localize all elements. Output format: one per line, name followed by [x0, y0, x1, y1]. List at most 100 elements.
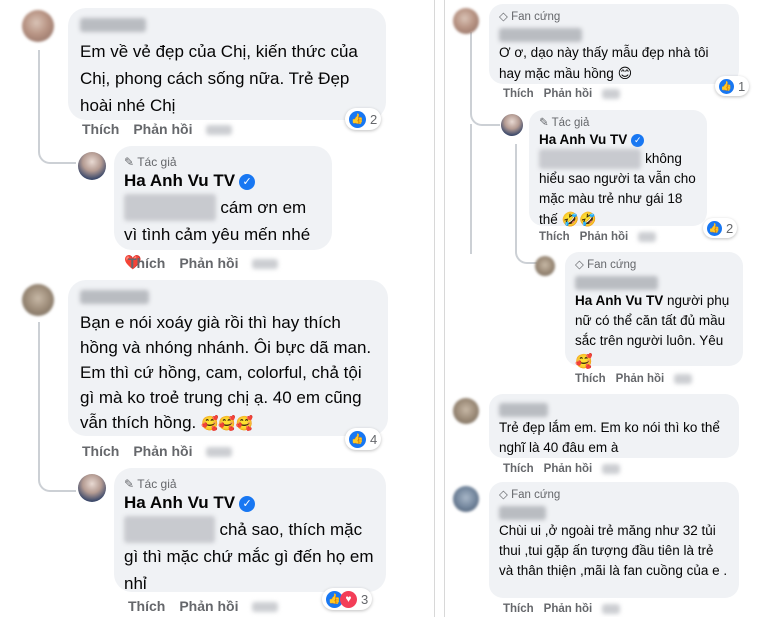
avatar[interactable]	[453, 486, 479, 512]
reaction-count: 1	[738, 78, 746, 94]
reaction-summary[interactable]: 👍 2	[345, 108, 382, 130]
reply-button[interactable]: Phản hồi	[179, 255, 238, 271]
commenter-name[interactable]: Nguyen lan	[80, 16, 374, 34]
reply-button[interactable]: Phản hồi	[580, 231, 629, 243]
timestamp[interactable]	[252, 602, 279, 613]
reaction-count: 4	[370, 431, 378, 447]
reply-button[interactable]: Phản hồi	[544, 463, 593, 475]
fan-badge: ◇ Fan cứng	[575, 259, 637, 271]
verified-icon: ✓	[631, 134, 645, 147]
pen-icon: ✎	[124, 155, 135, 169]
avatar[interactable]	[22, 284, 54, 316]
comment-bubble: Nguyen Mai Bạn e nói xoáy già rồi thì ha…	[68, 280, 388, 436]
timestamp[interactable]	[638, 231, 657, 242]
like-button[interactable]: Thích	[503, 603, 534, 615]
diamond-icon: ◇	[499, 11, 508, 23]
author-badge: ✎ Tác giả	[539, 117, 590, 129]
avatar[interactable]	[453, 8, 479, 34]
pen-icon: ✎	[124, 477, 135, 491]
avatar[interactable]	[535, 256, 555, 276]
timestamp[interactable]	[602, 603, 621, 614]
timestamp[interactable]	[252, 259, 279, 270]
love-reaction-icon: ♥	[340, 590, 357, 608]
reaction-count: 3	[361, 591, 369, 607]
reply-actions: Thích Phản hồi	[539, 231, 666, 243]
like-button[interactable]: Thích	[82, 443, 119, 459]
like-button[interactable]: Thích	[82, 121, 119, 137]
reply-button[interactable]: Phản hồi	[133, 121, 192, 137]
reaction-summary[interactable]: 👍 1	[715, 76, 750, 96]
reply-button[interactable]: Phản hồi	[544, 88, 593, 100]
author-name[interactable]: Ha Anh Vu TV ✓	[124, 492, 376, 514]
mention[interactable]: Trinh Huong Hoa	[539, 149, 642, 169]
like-button[interactable]: Thích	[128, 255, 165, 271]
like-button[interactable]: Thích	[128, 598, 165, 614]
pen-icon: ✎	[539, 117, 549, 129]
comment-thread-right: ◇ Fan cứng Trinh Huong Hoa Ơ ơ, dạo này …	[444, 0, 780, 617]
fan-badge: ◇ Fan cứng	[499, 489, 561, 501]
avatar[interactable]	[453, 398, 479, 424]
commenter-name[interactable]: Nguyen Mai	[80, 288, 376, 306]
commenter-name[interactable]: Trinh Huong Hoa	[575, 273, 733, 291]
verified-icon: ✓	[239, 174, 256, 190]
like-button[interactable]: Thích	[539, 231, 570, 243]
reaction-summary[interactable]: 👍 4	[345, 428, 382, 450]
mention[interactable]: Nguyen Lan	[124, 194, 216, 221]
comment-text: Ơ ơ, dạo này thấy mẫu đẹp nhà tôi hay mặ…	[499, 45, 709, 81]
comment-thread-left: Nguyen lan Em về vẻ đẹp của Chị, kiến th…	[0, 0, 435, 617]
timestamp[interactable]	[602, 88, 621, 99]
commenter-name[interactable]: Mai Dung	[499, 503, 729, 521]
comment-actions: Thích Phản hồi	[503, 88, 630, 100]
reply-button[interactable]: Phản hồi	[133, 443, 192, 459]
reply-button[interactable]: Phản hồi	[616, 373, 665, 385]
like-button[interactable]: Thích	[503, 88, 534, 100]
comment-actions: Thích Phản hồi	[82, 121, 246, 137]
reaction-count: 2	[726, 220, 734, 236]
mention[interactable]: Nguyen Mai	[124, 516, 215, 543]
like-button[interactable]: Thích	[575, 373, 606, 385]
author-name[interactable]: Ha Anh Vu TV ✓	[539, 131, 697, 149]
comment-bubble: ◇ Fan cứng Trinh Huong Hoa Ơ ơ, dạo này …	[489, 4, 739, 84]
thread-line	[470, 124, 472, 254]
reply-actions: Thích Phản hồi	[128, 598, 292, 614]
comment-text: Bạn e nói xoáy già rồi thì hay thích hồn…	[80, 313, 372, 432]
comment-bubble: ◇ Fan cứng Mai Dung Chùi ui ,ở ngoài trẻ…	[489, 482, 739, 598]
mention[interactable]: Ha Anh Vu TV	[575, 293, 663, 308]
smile-emoji: 😊	[617, 65, 633, 81]
avatar[interactable]	[78, 474, 106, 502]
reply-bubble: ✎ Tác giả Ha Anh Vu TV✓ Nguyen Mai chả s…	[114, 468, 386, 593]
like-reaction-icon: 👍	[349, 110, 366, 128]
comment-text: Chùi ui ,ở ngoài trẻ măng như 32 tủi thu…	[499, 523, 728, 578]
reply-text: Ha Anh Vu TV người phụ nữ có thể căn tất…	[575, 293, 730, 369]
timestamp[interactable]	[602, 463, 621, 474]
reaction-count: 2	[370, 111, 378, 127]
avatar[interactable]	[501, 114, 523, 136]
comment-actions: Thích Phản hồi	[82, 443, 246, 459]
reply-button[interactable]: Phản hồi	[179, 598, 238, 614]
like-reaction-icon: 👍	[719, 78, 734, 94]
reply-text: Trinh Huong Hoa không hiểu sao người ta …	[539, 149, 696, 227]
timestamp[interactable]	[674, 373, 693, 384]
reply-text: Nguyen Mai chả sao, thích mặc gì thì mặc…	[124, 516, 376, 597]
reply-button[interactable]: Phản hồi	[544, 603, 593, 615]
fan-badge: ◇ Fan cứng	[499, 11, 561, 23]
avatar[interactable]	[78, 152, 106, 180]
comment-bubble: Xuan Hoa Trẻ đẹp lắm em. Em ko nói thì k…	[489, 394, 739, 458]
like-reaction-icon: 👍	[707, 220, 722, 236]
reply-actions: Thích Phản hồi	[575, 373, 702, 385]
like-button[interactable]: Thích	[503, 463, 534, 475]
reply-actions: Thích Phản hồi	[128, 255, 292, 271]
avatar[interactable]	[22, 10, 54, 42]
reaction-summary[interactable]: 👍 2	[703, 218, 738, 238]
author-name[interactable]: Ha Anh Vu TV ✓	[124, 170, 322, 192]
reply-bubble: ✎ Tác giả Ha Anh Vu TV✓ Nguyen Lan cám ơ…	[114, 146, 332, 270]
timestamp[interactable]	[206, 125, 233, 136]
comment-actions: Thích Phản hồi	[503, 603, 630, 615]
commenter-name[interactable]: Trinh Huong Hoa	[499, 25, 729, 43]
commenter-name[interactable]: Xuan Hoa	[499, 400, 729, 418]
diamond-icon: ◇	[499, 489, 508, 501]
timestamp[interactable]	[206, 447, 233, 458]
reaction-summary[interactable]: 👍 ♥ 3	[322, 588, 373, 610]
diamond-icon: ◇	[575, 259, 584, 271]
reply-bubble: ✎ Tác giả Ha Anh Vu TV✓ Trinh Huong Hoa …	[529, 110, 707, 227]
